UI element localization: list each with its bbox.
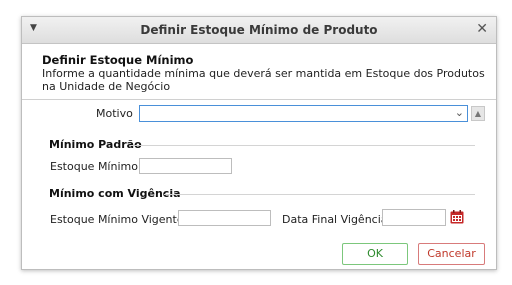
- header-description: Informe a quantidade mínima que deverá s…: [42, 67, 485, 93]
- section-divider: [130, 145, 475, 146]
- motivo-select[interactable]: ⌄: [139, 105, 468, 122]
- estoque-minimo-label: Estoque Mínimo: [50, 160, 138, 173]
- estoque-minimo-vigente-input[interactable]: [178, 210, 271, 226]
- estoque-minimo-input[interactable]: [139, 158, 232, 174]
- header-title: Definir Estoque Mínimo: [42, 53, 194, 67]
- chevron-down-icon[interactable]: ⌄: [455, 106, 464, 119]
- dialog-window: ▼ Definir Estoque Mínimo de Produto ✕ De…: [21, 16, 497, 270]
- data-final-label: Data Final Vigência: [282, 213, 388, 226]
- cancel-button[interactable]: Cancelar: [418, 243, 485, 265]
- section-divider: [164, 194, 475, 195]
- calendar-icon[interactable]: [450, 210, 464, 224]
- motivo-label: Motivo: [96, 107, 133, 120]
- close-icon[interactable]: ✕: [476, 21, 488, 37]
- window-title: Definir Estoque Mínimo de Produto: [140, 23, 378, 37]
- data-final-input[interactable]: [382, 209, 446, 226]
- header-divider: [22, 99, 496, 100]
- section-minimo-vigencia: Mínimo com Vigência: [49, 187, 181, 200]
- triangle-up-icon[interactable]: ▲: [471, 106, 485, 121]
- title-bar[interactable]: ▼ Definir Estoque Mínimo de Produto ✕: [22, 17, 496, 44]
- section-minimo-padrao: Mínimo Padrão: [49, 138, 142, 151]
- estoque-minimo-vigente-label: Estoque Mínimo Vigente: [50, 213, 184, 226]
- ok-button[interactable]: OK: [342, 243, 408, 265]
